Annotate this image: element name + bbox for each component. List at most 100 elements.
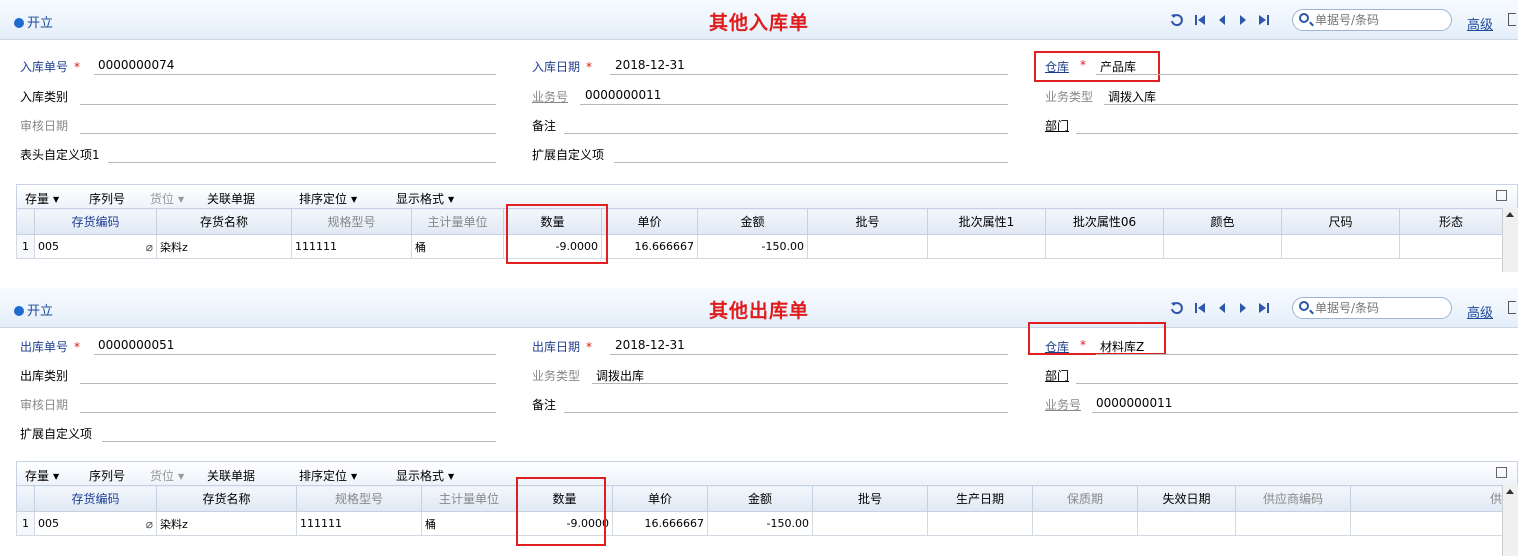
cell[interactable] bbox=[1281, 234, 1400, 259]
cell-spec[interactable]: 111111 bbox=[296, 511, 422, 536]
next-record-icon[interactable] bbox=[1238, 301, 1248, 315]
warehouse-label[interactable]: 仓库 bbox=[1045, 58, 1069, 75]
search-box[interactable] bbox=[1292, 9, 1452, 31]
refresh-icon[interactable] bbox=[1170, 13, 1184, 27]
column-header[interactable]: 批号 bbox=[812, 485, 928, 512]
advanced-link[interactable]: 高级 bbox=[1467, 14, 1493, 33]
column-header[interactable]: 金额 bbox=[697, 208, 808, 235]
column-header[interactable]: 形态 bbox=[1399, 208, 1503, 235]
column-header[interactable]: 颜色 bbox=[1163, 208, 1282, 235]
attachment-icon[interactable]: ⌀ bbox=[146, 240, 153, 254]
grid-scrollbar[interactable] bbox=[1502, 485, 1518, 556]
fit-width-icon[interactable] bbox=[1496, 467, 1507, 478]
cell-inventory-name[interactable]: 染料z bbox=[156, 234, 292, 259]
search-input[interactable] bbox=[1315, 12, 1445, 28]
location-menu[interactable]: 货位 ▼ bbox=[150, 467, 184, 484]
date-field[interactable]: 2018-12-31 bbox=[615, 338, 685, 352]
stock-menu[interactable]: 存量 ▼ bbox=[25, 190, 59, 207]
table-row[interactable]: 1 005 ⌀ 染料z 111111 桶 -9.0000 16.666667 -1… bbox=[16, 511, 1503, 536]
warehouse-field[interactable]: 产品库 bbox=[1100, 58, 1136, 75]
business-no-field[interactable]: 0000000011 bbox=[585, 88, 661, 102]
warehouse-field[interactable]: 材料库Z bbox=[1100, 338, 1144, 355]
cell[interactable] bbox=[1045, 234, 1164, 259]
department-label[interactable]: 部门 bbox=[1045, 367, 1069, 384]
column-header[interactable]: 供 bbox=[1350, 485, 1503, 512]
cell[interactable] bbox=[927, 511, 1033, 536]
business-type-field[interactable]: 调拨出库 bbox=[596, 367, 644, 384]
sort-menu[interactable]: 排序定位 ▼ bbox=[299, 190, 357, 207]
cell[interactable] bbox=[1032, 511, 1138, 536]
column-header[interactable]: 批号 bbox=[807, 208, 928, 235]
column-header[interactable]: 尺码 bbox=[1281, 208, 1400, 235]
cell-unit[interactable]: 桶 bbox=[421, 511, 517, 536]
cell-inventory-code[interactable]: 005 ⌀ bbox=[34, 511, 157, 536]
cell-inventory-code[interactable]: 005 ⌀ bbox=[34, 234, 157, 259]
prev-record-icon[interactable] bbox=[1217, 13, 1227, 27]
related-docs-button[interactable]: 关联单据 bbox=[207, 467, 255, 484]
doc-no-field[interactable]: 0000000051 bbox=[98, 338, 174, 352]
column-header[interactable]: 批次属性1 bbox=[927, 208, 1046, 235]
panel-toggle-icon[interactable] bbox=[1508, 301, 1516, 314]
column-header[interactable]: 存货名称 bbox=[156, 208, 292, 235]
search-box[interactable] bbox=[1292, 297, 1452, 319]
display-format-menu[interactable]: 显示格式 ▼ bbox=[396, 190, 454, 207]
prev-record-icon[interactable] bbox=[1217, 301, 1227, 315]
column-header[interactable]: 存货编码 bbox=[34, 208, 157, 235]
column-header[interactable]: 保质期 bbox=[1032, 485, 1138, 512]
serial-button[interactable]: 序列号 bbox=[89, 190, 125, 207]
search-input[interactable] bbox=[1315, 300, 1445, 316]
cell[interactable] bbox=[1399, 234, 1503, 259]
column-header[interactable]: 规格型号 bbox=[291, 208, 412, 235]
cell-amount[interactable]: -150.00 bbox=[697, 234, 808, 259]
column-header[interactable]: 存货名称 bbox=[156, 485, 297, 512]
column-header[interactable]: 单价 bbox=[601, 208, 698, 235]
scroll-up-icon[interactable] bbox=[1506, 212, 1514, 217]
cell[interactable] bbox=[1163, 234, 1282, 259]
refresh-icon[interactable] bbox=[1170, 301, 1184, 315]
date-field[interactable]: 2018-12-31 bbox=[615, 58, 685, 72]
cell-unit-price[interactable]: 16.666667 bbox=[601, 234, 698, 259]
stock-menu[interactable]: 存量 ▼ bbox=[25, 467, 59, 484]
fit-width-icon[interactable] bbox=[1496, 190, 1507, 201]
location-menu[interactable]: 货位 ▼ bbox=[150, 190, 184, 207]
last-record-icon[interactable] bbox=[1258, 301, 1270, 315]
first-record-icon[interactable] bbox=[1194, 301, 1206, 315]
grid-scrollbar[interactable] bbox=[1502, 208, 1518, 272]
cell-amount[interactable]: -150.00 bbox=[707, 511, 813, 536]
business-no-field[interactable]: 0000000011 bbox=[1096, 396, 1172, 410]
cell[interactable] bbox=[1235, 511, 1351, 536]
attachment-icon[interactable]: ⌀ bbox=[146, 517, 153, 531]
cell-unit[interactable]: 桶 bbox=[411, 234, 504, 259]
cell-batch[interactable] bbox=[812, 511, 928, 536]
column-header[interactable]: 批次属性06 bbox=[1045, 208, 1164, 235]
column-header[interactable]: 存货编码 bbox=[34, 485, 157, 512]
warehouse-label[interactable]: 仓库 bbox=[1045, 338, 1069, 355]
first-record-icon[interactable] bbox=[1194, 13, 1206, 27]
business-type-field[interactable]: 调拨入库 bbox=[1108, 88, 1156, 105]
column-header[interactable]: 生产日期 bbox=[927, 485, 1033, 512]
cell[interactable] bbox=[927, 234, 1046, 259]
advanced-link[interactable]: 高级 bbox=[1467, 302, 1493, 321]
column-header[interactable]: 供应商编码 bbox=[1235, 485, 1351, 512]
scroll-up-icon[interactable] bbox=[1506, 489, 1514, 494]
column-header[interactable]: 主计量单位 bbox=[421, 485, 517, 512]
department-label[interactable]: 部门 bbox=[1045, 117, 1069, 134]
table-row[interactable]: 1 005 ⌀ 染料z 111111 桶 -9.0000 16.666667 -1… bbox=[16, 234, 1503, 259]
display-format-menu[interactable]: 显示格式 ▼ bbox=[396, 467, 454, 484]
cell-inventory-name[interactable]: 染料z bbox=[156, 511, 297, 536]
business-no-label[interactable]: 业务号 bbox=[532, 88, 568, 105]
column-header[interactable]: 单价 bbox=[612, 485, 708, 512]
related-docs-button[interactable]: 关联单据 bbox=[207, 190, 255, 207]
column-header[interactable]: 金额 bbox=[707, 485, 813, 512]
last-record-icon[interactable] bbox=[1258, 13, 1270, 27]
business-no-label[interactable]: 业务号 bbox=[1045, 396, 1081, 413]
cell-batch[interactable] bbox=[807, 234, 928, 259]
panel-toggle-icon[interactable] bbox=[1508, 13, 1516, 26]
column-header[interactable]: 规格型号 bbox=[296, 485, 422, 512]
column-header[interactable]: 失效日期 bbox=[1137, 485, 1236, 512]
cell-unit-price[interactable]: 16.666667 bbox=[612, 511, 708, 536]
next-record-icon[interactable] bbox=[1238, 13, 1248, 27]
doc-no-field[interactable]: 0000000074 bbox=[98, 58, 174, 72]
cell-spec[interactable]: 111111 bbox=[291, 234, 412, 259]
sort-menu[interactable]: 排序定位 ▼ bbox=[299, 467, 357, 484]
